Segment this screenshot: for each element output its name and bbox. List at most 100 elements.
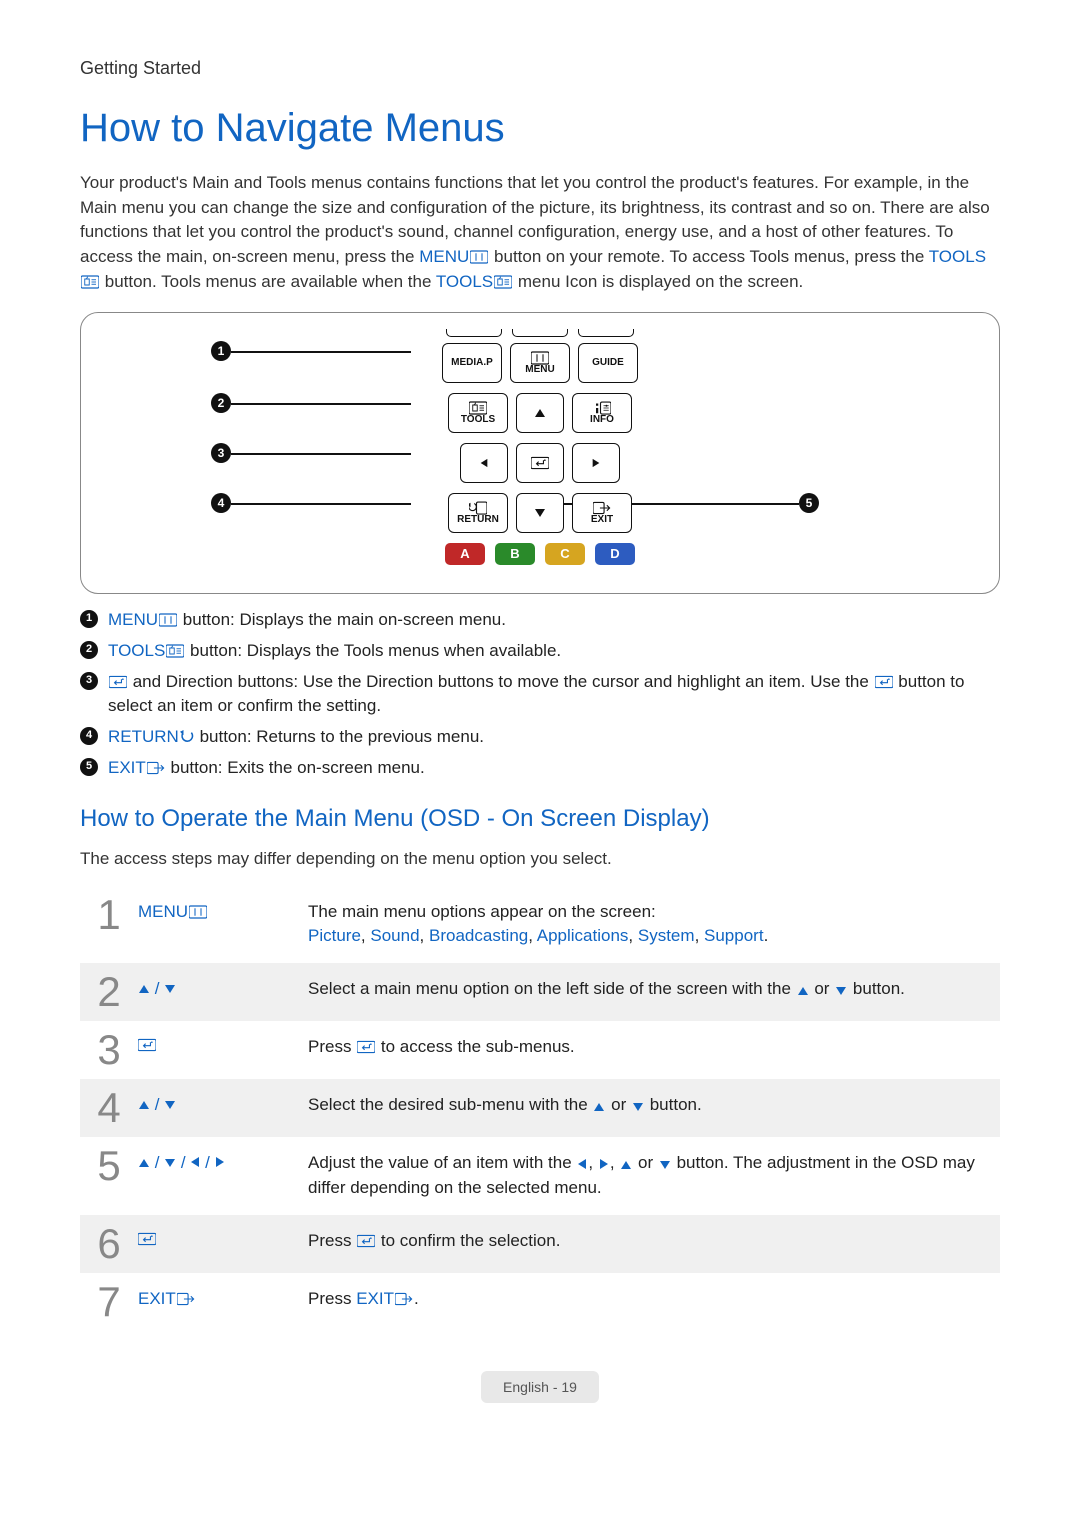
callout-line [231,453,411,454]
intro-text: button on your remote. To access Tools m… [494,247,929,266]
enter-icon [531,456,549,470]
callout-4: 4 [211,493,231,513]
right-button [572,443,620,483]
legend-key: TOOLS [108,641,165,660]
menu-icon [470,250,488,264]
enter-icon [875,675,893,689]
step-text: The main menu options appear on the scre… [308,902,656,921]
step-key: / / / [138,1137,308,1176]
menu-icon [159,613,177,627]
left-arrow-icon [478,458,490,468]
enter-icon [357,1040,375,1054]
color-a-button: A [445,543,485,565]
return-button: RETURN [448,493,508,533]
step-number: 3 [80,1021,138,1079]
step-text: to confirm the selection. [376,1231,560,1250]
step-desc: Press EXIT. [308,1273,1000,1326]
menu-icon [531,351,549,365]
menu-icon [189,905,207,919]
tools-button: TOOLS [448,393,508,433]
step-number: 2 [80,963,138,1021]
legend-key: RETURN [108,727,179,746]
page-number: English - 19 [481,1371,599,1403]
callout-1: 1 [211,341,231,361]
osd-heading: How to Operate the Main Menu (OSD - On S… [80,802,1000,837]
step-4: 4 / Select the desired sub-menu with the… [80,1079,1000,1137]
step-text: or [606,1095,631,1114]
tools-label: TOOLS [436,272,493,291]
up-arrow-icon [593,1102,605,1112]
guide-button: GUIDE [578,343,638,383]
exit-icon [147,761,165,775]
menu-option: System [638,926,695,945]
color-c-button: C [545,543,585,565]
callout-line [231,403,411,404]
stub-icon [512,329,568,337]
step-1: 1 MENU The main menu options appear on t… [80,886,1000,963]
legend-number: 4 [80,727,98,745]
right-arrow-icon [599,1158,609,1170]
menu-label: MENU [419,247,469,266]
up-arrow-icon [797,986,809,996]
menu-option: Sound [370,926,419,945]
legend-text: button: Displays the main on-screen menu… [178,610,506,629]
step-text: or [633,1153,658,1172]
step-7: 7 EXIT Press EXIT. [80,1273,1000,1331]
step-text: Adjust the value of an item with the [308,1153,576,1172]
up-arrow-icon [534,408,546,418]
color-d-button: D [595,543,635,565]
menu-button: MENU [510,343,570,383]
step-desc: The main menu options appear on the scre… [308,886,1000,963]
remote-body: MEDIA.P MENU GUIDE TOOLS INFO RETURN EXI… [416,329,664,565]
step-text: Press [308,1231,356,1250]
down-arrow-icon [659,1160,671,1170]
step-key [138,1021,308,1060]
stub-icon [578,329,634,337]
left-arrow-icon [190,1156,200,1168]
step-text: Select a main menu option on the left si… [308,979,796,998]
down-arrow-icon [632,1102,644,1112]
up-arrow-icon [138,1100,150,1110]
exit-icon [395,1292,413,1306]
step-5: 5 / / / Adjust the value of an item with… [80,1137,1000,1214]
enter-icon [357,1234,375,1248]
tools-icon [81,275,99,289]
up-arrow-icon [138,1158,150,1168]
legend-text: button: Displays the Tools menus when av… [185,641,561,660]
right-arrow-icon [590,458,602,468]
menu-button-label: MENU [525,365,554,376]
right-arrow-icon [215,1156,225,1168]
legend-number: 2 [80,641,98,659]
exit-icon [593,501,611,515]
menu-option: Applications [537,926,629,945]
tools-label: TOOLS [929,247,986,266]
osd-note: The access steps may differ depending on… [80,847,1000,872]
return-icon [180,730,194,744]
legend-text: button: Returns to the previous menu. [195,727,484,746]
step-text: Select the desired sub-menu with the [308,1095,592,1114]
legend-text: button: Exits the on-screen menu. [166,758,425,777]
legend-key: EXIT [108,758,146,777]
down-arrow-icon [835,986,847,996]
down-button [516,493,564,533]
menu-label: MENU [138,902,188,921]
step-text: button. [848,979,905,998]
osd-steps-table: 1 MENU The main menu options appear on t… [80,886,1000,1332]
intro-text: menu Icon is displayed on the screen. [518,272,803,291]
menu-option: Support [704,926,764,945]
legend-item-2: 2 TOOLS button: Displays the Tools menus… [80,639,1000,664]
legend-number: 1 [80,610,98,628]
up-button [516,393,564,433]
legend-number: 3 [80,672,98,690]
info-icon [593,401,611,415]
callout-2: 2 [211,393,231,413]
callout-line [231,351,411,352]
legend-list: 1 MENU button: Displays the main on-scre… [80,608,1000,780]
legend-number: 5 [80,758,98,776]
enter-icon [109,675,127,689]
tools-button-label: TOOLS [461,415,495,426]
intro-text: button. Tools menus are available when t… [105,272,436,291]
legend-key: MENU [108,610,158,629]
enter-icon [138,1038,156,1052]
callout-5: 5 [799,493,819,513]
